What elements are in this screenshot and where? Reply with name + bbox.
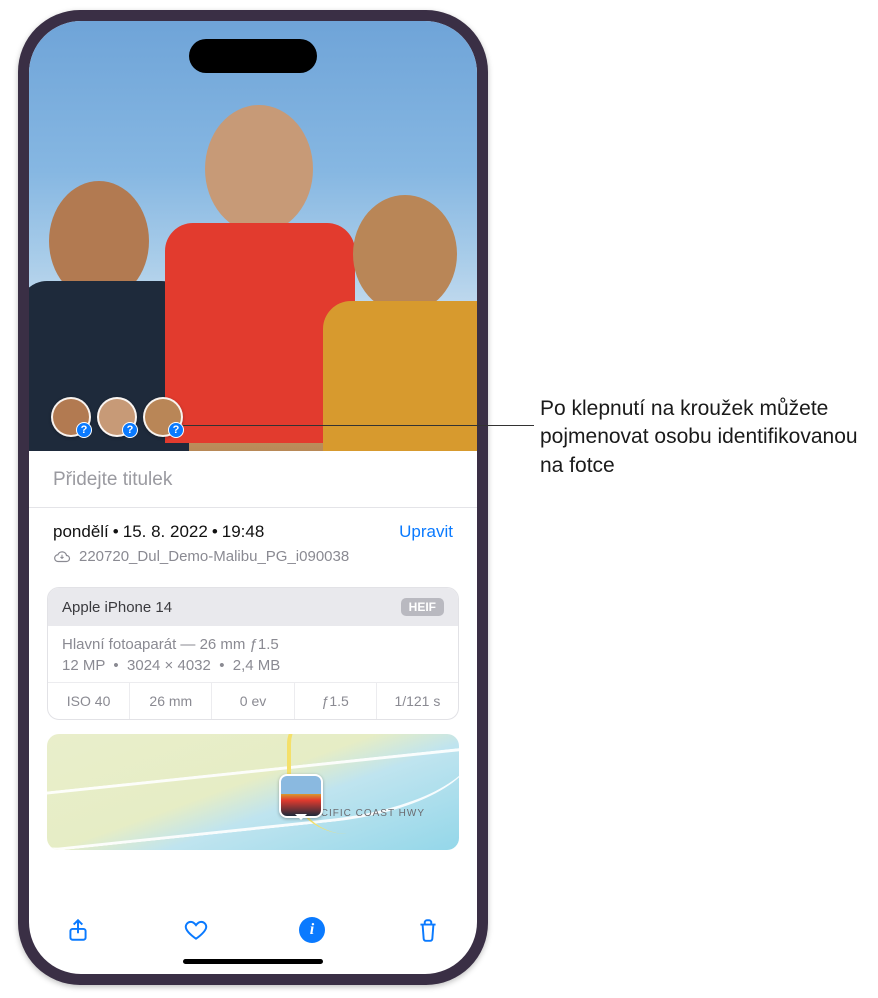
face-badges-row: ? ? ? (51, 397, 183, 437)
aperture-value: ƒ1.5 (295, 683, 377, 719)
caption-input[interactable]: Přidejte titulek (29, 451, 477, 508)
iso-value: ISO 40 (48, 683, 130, 719)
heart-icon (183, 917, 209, 943)
date-time-row[interactable]: pondělí•15. 8. 2022•19:48 (53, 522, 264, 542)
callout-line (174, 425, 534, 426)
format-badge: HEIF (401, 598, 444, 616)
favorite-button[interactable] (181, 915, 211, 945)
map-photo-pin[interactable] (279, 774, 323, 818)
exif-specs-row: ISO 40 26 mm 0 ev ƒ1.5 1/121 s (48, 683, 458, 719)
location-map[interactable]: PACIFIC COAST HWY (47, 734, 459, 850)
photo-preview[interactable]: ? ? ? (29, 21, 477, 451)
unknown-person-icon: ? (76, 422, 92, 438)
dimensions: 3024 × 4032 (127, 657, 211, 674)
share-icon (65, 917, 91, 943)
filesize: 2,4 MB (233, 657, 281, 674)
device-name: Apple iPhone 14 (62, 599, 172, 616)
camera-info-card[interactable]: Apple iPhone 14 HEIF Hlavní fotoaparát —… (47, 587, 459, 720)
image-stats: 12 MP • 3024 × 4032 • 2,4 MB (62, 657, 444, 674)
date: 15. 8. 2022 (123, 522, 208, 541)
screen: ? ? ? Přidejte titulek pondělí•15. 8. 20… (29, 21, 477, 974)
face-badge[interactable]: ? (143, 397, 183, 437)
trash-icon (415, 917, 441, 943)
focal-value: 26 mm (130, 683, 212, 719)
iphone-frame: ? ? ? Přidejte titulek pondělí•15. 8. 20… (18, 10, 488, 985)
face-badge[interactable]: ? (51, 397, 91, 437)
info-button[interactable]: i (299, 917, 325, 943)
lens-info: Hlavní fotoaparát — 26 mm ƒ1.5 (62, 636, 444, 653)
home-indicator[interactable] (183, 959, 323, 964)
unknown-person-icon: ? (122, 422, 138, 438)
cloud-icon (53, 550, 71, 564)
weekday: pondělí (53, 522, 109, 541)
bottom-toolbar: i (29, 901, 477, 953)
road-label: PACIFIC COAST HWY (306, 808, 425, 819)
edit-button[interactable]: Upravit (399, 522, 453, 542)
delete-button[interactable] (413, 915, 443, 945)
person-figure (319, 161, 477, 451)
filename: 220720_Dul_Demo-Malibu_PG_i090038 (79, 548, 349, 565)
share-button[interactable] (63, 915, 93, 945)
megapixels: 12 MP (62, 657, 105, 674)
info-icon: i (310, 921, 314, 939)
photo-metadata: pondělí•15. 8. 2022•19:48 Upravit 220720… (29, 508, 477, 577)
face-badge[interactable]: ? (97, 397, 137, 437)
time: 19:48 (222, 522, 265, 541)
dynamic-island (189, 39, 317, 73)
shutter-value: 1/121 s (377, 683, 458, 719)
ev-value: 0 ev (212, 683, 294, 719)
unknown-person-icon: ? (168, 422, 184, 438)
map-road (47, 747, 459, 850)
callout-text: Po klepnutí na kroužek můžete pojmenovat… (540, 395, 870, 480)
